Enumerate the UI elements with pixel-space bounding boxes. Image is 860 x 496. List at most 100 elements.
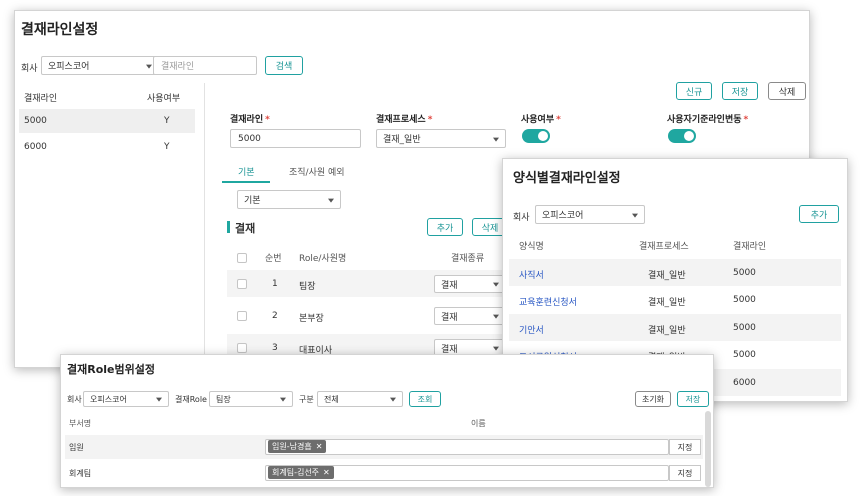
close-icon[interactable]: ✕: [323, 468, 330, 477]
form-header-process: 결재프로세스: [639, 242, 689, 252]
list-item-name[interactable]: 6000: [24, 142, 47, 152]
assign-button[interactable]: 지정: [669, 439, 701, 455]
row-role: 본부장: [299, 314, 324, 324]
search-button[interactable]: 검색: [265, 56, 303, 75]
list-header-use: 사용여부: [147, 94, 181, 104]
category-select[interactable]: 전체: [317, 391, 403, 407]
form-process: 결재_일반: [648, 326, 686, 336]
list-item-name[interactable]: 5000: [24, 116, 47, 126]
company-select[interactable]: 오피스코어: [41, 56, 159, 75]
form-header-line: 결재라인: [733, 242, 767, 252]
list-item-use: Y: [164, 142, 170, 152]
approval-process-value: 결재_일반: [383, 135, 421, 145]
form-name-link[interactable]: 사직서: [519, 268, 544, 281]
form-process: 결재_일반: [648, 298, 686, 308]
member-tag: 회계팀-김선주 ✕: [268, 466, 334, 479]
form-company-label: 회사: [513, 213, 530, 223]
form-process: 결재_일반: [648, 271, 686, 281]
role-company-value: 오피스코어: [90, 394, 127, 404]
category-select-value: 전체: [324, 394, 339, 404]
row-seq: 1: [272, 279, 278, 289]
form-header-name: 양식명: [519, 242, 544, 252]
approval-type-value: 결재: [441, 312, 458, 323]
form-window-title: 양식별결재라인설정: [513, 171, 621, 186]
role-select[interactable]: 팀장: [209, 391, 293, 407]
role-search-button[interactable]: 조회: [409, 391, 441, 407]
role-dept: 임원: [69, 443, 84, 452]
add-row-button[interactable]: 추가: [427, 218, 463, 236]
form-name-link[interactable]: 기안서: [519, 323, 544, 336]
save-button[interactable]: 저장: [722, 82, 758, 100]
table-header-type: 결재종류: [451, 254, 485, 264]
role-select-value: 팀장: [216, 394, 231, 404]
approval-type-value: 결재: [441, 344, 458, 355]
row-seq: 2: [272, 311, 278, 321]
list-item-use: Y: [164, 116, 170, 126]
role-range-settings-window: 결재Role범위설정 회사 오피스코어 결재Role 팀장 구분 전체 조회 초…: [60, 354, 714, 488]
approval-line-field[interactable]: 5000: [230, 129, 361, 148]
approval-line-field-label: 결재라인 *: [230, 115, 270, 125]
role-company-select[interactable]: 오피스코어: [83, 391, 169, 407]
row-checkbox[interactable]: [237, 343, 247, 353]
page-title: 결재라인설정: [21, 22, 99, 38]
form-company-value: 오피스코어: [542, 211, 584, 221]
scrollbar[interactable]: [705, 411, 711, 487]
close-icon[interactable]: ✕: [316, 442, 323, 451]
tab-basic[interactable]: 기본: [238, 165, 255, 178]
tab-basic-underline: [222, 181, 270, 183]
form-line: 6000: [733, 378, 756, 388]
section-marker: [227, 221, 230, 233]
role-dept: 회계팀: [69, 469, 92, 478]
list-header-line: 결재라인: [24, 94, 58, 104]
form-line: 5000: [733, 323, 756, 333]
select-all-checkbox[interactable]: [237, 253, 247, 263]
form-company-select[interactable]: 오피스코어: [535, 205, 645, 224]
role-header-dept: 부서명: [69, 419, 92, 428]
chevron-down-icon: [390, 397, 396, 402]
section-title: 결재: [235, 222, 256, 235]
company-label: 회사: [21, 64, 38, 74]
approval-type-select[interactable]: 결재: [434, 275, 506, 293]
approval-type-value: 결재: [441, 280, 458, 291]
form-add-button[interactable]: 추가: [799, 205, 839, 223]
new-button[interactable]: 신규: [676, 82, 712, 100]
tab-org-exception[interactable]: 조직/사원 예외: [289, 165, 345, 178]
table-header-role: Role/사원명: [299, 254, 347, 264]
assign-button[interactable]: 지정: [669, 465, 701, 481]
category-label: 구분: [299, 395, 314, 404]
role-save-button[interactable]: 저장: [677, 391, 709, 407]
use-label: 사용여부 *: [521, 115, 561, 125]
user-line-change-toggle[interactable]: [668, 129, 696, 143]
form-line: 5000: [733, 268, 756, 278]
basic-select[interactable]: 기본: [237, 190, 341, 209]
chevron-down-icon: [328, 198, 334, 203]
approval-process-label: 결재프로세스 *: [376, 115, 433, 125]
use-toggle[interactable]: [522, 129, 550, 143]
row-role: 팀장: [299, 282, 316, 292]
member-tag-label: 임원-남경흡: [272, 442, 312, 451]
approval-process-select[interactable]: 결재_일반: [376, 129, 506, 148]
basic-select-value: 기본: [244, 196, 261, 206]
user-line-change-label: 사용자기준라인변동 *: [667, 115, 749, 125]
role-header-name: 이름: [471, 419, 486, 428]
delete-button[interactable]: 삭제: [768, 82, 806, 100]
approval-line-search-input[interactable]: 결재라인: [153, 56, 257, 75]
reset-button[interactable]: 초기화: [635, 391, 671, 407]
form-line: 5000: [733, 295, 756, 305]
chevron-down-icon: [493, 346, 499, 351]
company-select-value: 오피스코어: [48, 62, 90, 72]
role-company-label: 회사: [67, 395, 82, 404]
chevron-down-icon: [156, 397, 162, 402]
member-tag-label: 회계팀-김선주: [272, 468, 320, 477]
row-checkbox[interactable]: [237, 311, 247, 321]
form-name-link[interactable]: 교육훈련신청서: [519, 295, 577, 308]
member-tag: 임원-남경흡 ✕: [268, 440, 327, 453]
chevron-down-icon: [493, 137, 499, 142]
chevron-down-icon: [632, 213, 638, 218]
chevron-down-icon: [146, 64, 152, 69]
approval-type-select[interactable]: 결재: [434, 307, 506, 325]
row-checkbox[interactable]: [237, 279, 247, 289]
approval-line-list: 결재라인 사용여부 5000 Y 6000 Y: [15, 83, 205, 367]
chevron-down-icon: [493, 282, 499, 287]
chevron-down-icon: [493, 314, 499, 319]
